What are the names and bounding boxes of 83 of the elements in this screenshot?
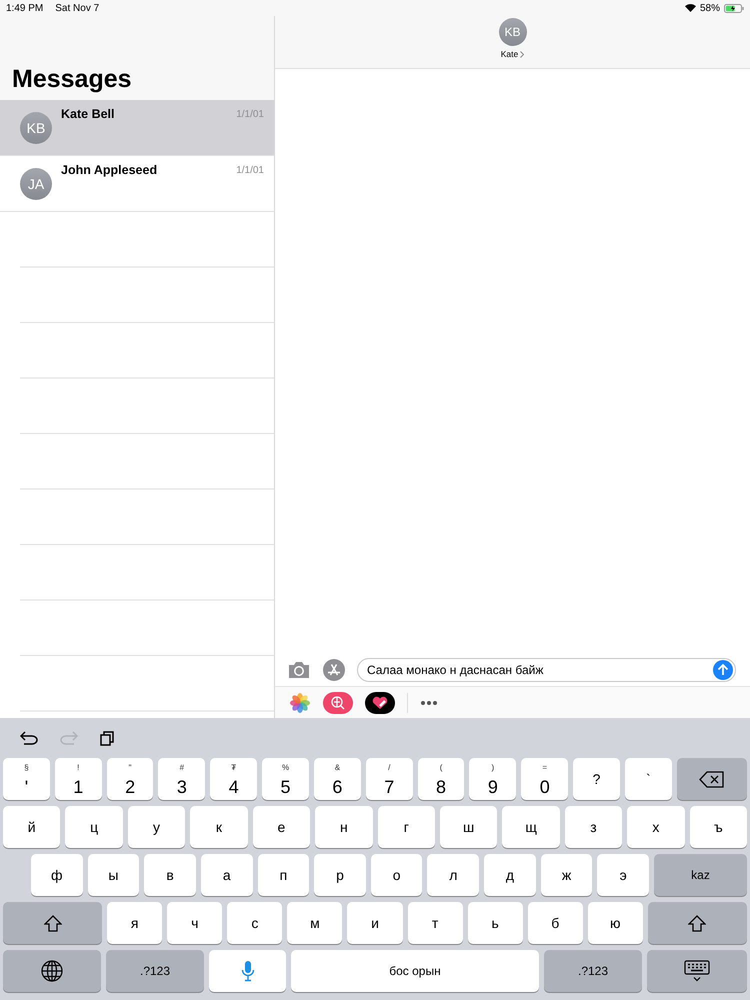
key[interactable]: ь bbox=[468, 902, 523, 944]
app-store-icon[interactable] bbox=[321, 659, 347, 681]
microphone-icon bbox=[240, 960, 254, 982]
key[interactable]: & 6 bbox=[314, 758, 361, 800]
battery-percentage: 58% bbox=[700, 2, 720, 14]
key[interactable]: ) 9 bbox=[469, 758, 516, 800]
space-bar[interactable]: бос орын bbox=[291, 950, 539, 992]
message-date: 1/1/01 bbox=[236, 109, 264, 120]
key[interactable]: ц bbox=[65, 806, 123, 848]
key[interactable]: ф bbox=[31, 854, 83, 896]
key[interactable]: о bbox=[370, 854, 422, 896]
key[interactable]: = 0 bbox=[521, 758, 568, 800]
keyboard-dismiss-icon bbox=[684, 960, 710, 982]
key[interactable]: и bbox=[347, 902, 403, 944]
key[interactable]: н bbox=[315, 806, 373, 848]
key[interactable]: ы bbox=[88, 854, 140, 896]
key[interactable]: ъ bbox=[690, 806, 748, 848]
more-icon[interactable] bbox=[420, 700, 438, 706]
hide-keyboard-key[interactable] bbox=[647, 950, 747, 992]
key[interactable]: ю bbox=[588, 902, 643, 944]
key[interactable]: ? bbox=[573, 758, 620, 800]
copy-icon[interactable] bbox=[100, 730, 114, 746]
delete-icon bbox=[698, 770, 725, 788]
contact-name: Kate Bell bbox=[61, 107, 116, 121]
key[interactable]: л bbox=[427, 854, 480, 896]
key[interactable]: ч bbox=[167, 902, 222, 944]
key[interactable]: г bbox=[378, 806, 435, 848]
key[interactable]: п bbox=[258, 854, 310, 896]
undo-icon[interactable] bbox=[20, 731, 38, 745]
key[interactable]: в bbox=[144, 854, 196, 896]
key[interactable]: % 5 bbox=[262, 758, 309, 800]
key[interactable]: м bbox=[287, 902, 342, 944]
contact-name[interactable]: Kate bbox=[500, 49, 518, 59]
key[interactable]: ₮ 4 bbox=[210, 758, 258, 800]
key[interactable]: ` bbox=[624, 758, 672, 800]
status-date: Sat Nov 7 bbox=[55, 2, 100, 14]
key[interactable]: т bbox=[408, 902, 463, 944]
numbers-key[interactable]: .?123 bbox=[106, 950, 204, 992]
key[interactable]: а bbox=[200, 854, 253, 896]
key[interactable]: щ bbox=[502, 806, 560, 848]
key[interactable]: у bbox=[128, 806, 186, 848]
key[interactable]: § ' bbox=[3, 758, 50, 800]
key[interactable]: е bbox=[252, 806, 310, 848]
messages-title: Messages bbox=[12, 65, 132, 94]
status-time: 1:49 PM bbox=[6, 2, 44, 14]
key[interactable]: х bbox=[627, 806, 685, 848]
key[interactable]: / 7 bbox=[366, 758, 413, 800]
key[interactable]: с bbox=[227, 902, 282, 944]
numbers-key[interactable]: .?123 bbox=[544, 950, 642, 992]
wifi-icon bbox=[684, 4, 696, 12]
message-date: 1/1/01 bbox=[236, 165, 264, 176]
key[interactable]: ш bbox=[440, 806, 498, 848]
key[interactable]: э bbox=[597, 854, 650, 896]
contact-name: John Appleseed bbox=[61, 163, 158, 177]
key[interactable]: к bbox=[190, 806, 248, 848]
key[interactable]: р bbox=[314, 854, 366, 896]
contact-avatar: JA bbox=[20, 168, 52, 200]
photos-icon[interactable] bbox=[289, 692, 311, 714]
dictation-key[interactable] bbox=[209, 950, 286, 992]
key[interactable]: # 3 bbox=[158, 758, 206, 800]
contact-avatar: KB bbox=[20, 112, 52, 144]
message-input-field[interactable]: Салаа монако н даснасан байж bbox=[357, 658, 736, 682]
battery-icon bbox=[724, 4, 744, 12]
key[interactable]: ( 8 bbox=[418, 758, 464, 800]
delete-key[interactable] bbox=[676, 758, 747, 800]
search-app-icon[interactable] bbox=[323, 692, 353, 714]
key[interactable]: д bbox=[484, 854, 536, 896]
key[interactable]: з bbox=[564, 806, 622, 848]
globe-icon bbox=[41, 960, 63, 982]
shift-icon bbox=[688, 914, 706, 932]
key[interactable]: й bbox=[3, 806, 60, 848]
shift-icon bbox=[44, 914, 62, 932]
key[interactable]: ж bbox=[540, 854, 592, 896]
key[interactable]: ! 1 bbox=[54, 758, 102, 800]
camera-icon[interactable] bbox=[287, 661, 311, 679]
key[interactable]: " 2 bbox=[106, 758, 154, 800]
chevron-right-icon[interactable] bbox=[520, 50, 524, 58]
conversation-item[interactable]: KB Kate Bell 1/1/01 bbox=[0, 100, 274, 156]
key[interactable]: б bbox=[528, 902, 583, 944]
key[interactable]: я bbox=[107, 902, 162, 944]
send-icon[interactable] bbox=[713, 660, 733, 680]
language-key[interactable]: kaz bbox=[654, 854, 747, 896]
globe-key[interactable] bbox=[3, 950, 101, 992]
